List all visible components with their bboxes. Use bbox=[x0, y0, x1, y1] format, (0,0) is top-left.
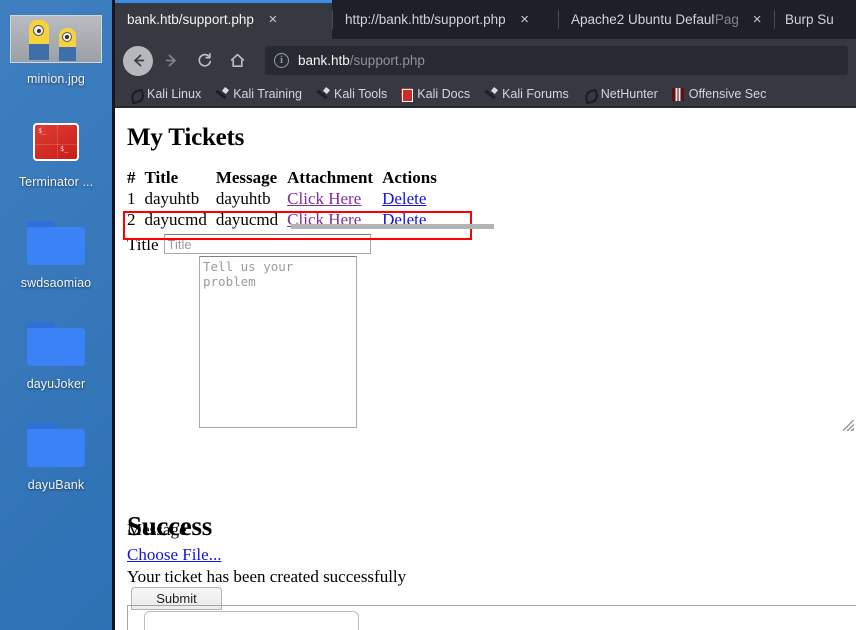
dialog-divider-top bbox=[127, 605, 856, 606]
bookmark-kali-forums[interactable]: Kali Forums bbox=[484, 87, 569, 101]
cell-title: dayuhtb bbox=[144, 189, 200, 208]
bookmark-kali-docs[interactable]: Kali Docs bbox=[401, 87, 471, 102]
desktop-icon-label: dayuBank bbox=[27, 478, 85, 492]
reload-button[interactable] bbox=[189, 46, 219, 76]
bookmark-label: Kali Linux bbox=[147, 87, 202, 101]
table-row: 1 dayuhtb dayuhtb Click Here Delete bbox=[127, 189, 446, 210]
bookmark-label: Kali Training bbox=[233, 87, 302, 101]
cell-message: dayuhtb bbox=[215, 189, 271, 208]
bookmark-label: NetHunter bbox=[600, 87, 658, 101]
tab-bank-support-full[interactable]: http://bank.htb/support.php × bbox=[333, 0, 558, 39]
tab-title: http://bank.htb/support.php bbox=[345, 12, 506, 27]
dialog-heading: Success bbox=[127, 511, 212, 541]
column-header-actions: Actions bbox=[382, 168, 437, 187]
message-textarea[interactable] bbox=[199, 256, 357, 428]
bookmark-label: Kali Forums bbox=[502, 87, 569, 101]
tab-title-faded: Pag bbox=[714, 12, 739, 27]
bookmark-kali-training[interactable]: Kali Training bbox=[215, 87, 302, 101]
tab-title: Apache2 Ubuntu Default bbox=[571, 12, 715, 27]
dialog-left-edge bbox=[127, 605, 128, 630]
resize-grip-icon[interactable] bbox=[843, 420, 854, 431]
wrench-icon bbox=[215, 88, 228, 101]
dialog-body-text: Your ticket has been created successfull… bbox=[127, 567, 407, 586]
tab-strip: bank.htb/support.php × http://bank.htb/s… bbox=[115, 0, 856, 39]
dialog-input[interactable] bbox=[144, 611, 359, 630]
delete-link[interactable]: Delete bbox=[382, 189, 426, 208]
page-viewport: My Tickets # Title Message Attachment Ac… bbox=[115, 108, 856, 630]
cell-title: dayucmd bbox=[144, 210, 207, 229]
bookmark-label: Kali Tools bbox=[334, 87, 388, 101]
bookmark-offensive-security[interactable]: Offensive Sec bbox=[671, 87, 767, 101]
close-icon[interactable]: × bbox=[750, 12, 764, 27]
folder-icon bbox=[0, 210, 112, 276]
desktop-icon-minion[interactable]: minion.jpg bbox=[0, 6, 112, 87]
desktop-icon-terminator[interactable]: $_ $_ Terminator ... bbox=[0, 109, 112, 190]
bookmarks-bar: Kali Linux Kali Training Kali Tools Kali… bbox=[115, 82, 856, 107]
attachment-link[interactable]: Click Here bbox=[287, 189, 361, 208]
url-host: bank.htb bbox=[298, 53, 350, 68]
close-icon[interactable]: × bbox=[266, 12, 280, 27]
tickets-table: # Title Message Attachment Actions 1 day… bbox=[127, 168, 446, 231]
desktop-icon-label: Terminator ... bbox=[18, 175, 94, 189]
cell-num: 1 bbox=[127, 189, 136, 208]
address-bar[interactable]: i bank.htb/support.php bbox=[265, 46, 848, 75]
dragon-icon bbox=[129, 88, 142, 101]
bookmark-kali-tools[interactable]: Kali Tools bbox=[316, 87, 387, 101]
desktop-icon-dayujoker[interactable]: dayuJoker bbox=[0, 311, 112, 392]
tab-burp-suite[interactable]: Burp Su bbox=[775, 0, 845, 39]
desktop-icon-swdsaomiao[interactable]: swdsaomiao bbox=[0, 210, 112, 291]
bookmark-nethunter[interactable]: NetHunter bbox=[583, 87, 658, 101]
page-title: My Tickets bbox=[127, 124, 245, 151]
bookmark-label: Kali Docs bbox=[417, 87, 471, 101]
bookmark-label: Offensive Sec bbox=[688, 87, 767, 101]
book-icon bbox=[401, 87, 414, 102]
submit-button[interactable]: Submit bbox=[131, 587, 222, 610]
desktop-icon-label: swdsaomiao bbox=[20, 276, 92, 290]
forward-button[interactable] bbox=[156, 46, 186, 76]
back-button[interactable] bbox=[123, 45, 153, 76]
url-path: /support.php bbox=[349, 53, 425, 68]
column-header-num: # bbox=[127, 168, 136, 187]
home-button[interactable] bbox=[222, 46, 252, 76]
desktop-icon-column: minion.jpg $_ $_ Terminator ... swdsaomi… bbox=[0, 0, 112, 630]
desktop-icon-dayubank[interactable]: dayuBank bbox=[0, 412, 112, 493]
tab-title: bank.htb/support.php bbox=[127, 12, 254, 27]
bookmark-kali-linux[interactable]: Kali Linux bbox=[129, 87, 201, 101]
choose-file-link[interactable]: Choose File... bbox=[127, 545, 221, 565]
tab-title: Burp Su bbox=[785, 12, 834, 27]
offsec-icon bbox=[671, 87, 684, 101]
title-field-row: Title bbox=[127, 234, 856, 256]
tab-apache2-default[interactable]: Apache2 Ubuntu Default Pag × bbox=[559, 0, 774, 39]
table-header-row: # Title Message Attachment Actions bbox=[127, 168, 446, 189]
desktop-icon-label: minion.jpg bbox=[27, 72, 85, 86]
column-header-title: Title bbox=[144, 168, 179, 187]
title-input[interactable] bbox=[163, 234, 371, 254]
wrench-icon bbox=[484, 88, 497, 101]
cell-message: dayucmd bbox=[215, 210, 279, 229]
dragon-icon bbox=[583, 88, 596, 101]
site-info-icon[interactable]: i bbox=[274, 53, 289, 68]
tab-bank-support[interactable]: bank.htb/support.php × bbox=[115, 0, 332, 39]
column-header-attachment: Attachment bbox=[287, 168, 374, 187]
close-icon[interactable]: × bbox=[518, 12, 532, 27]
navigation-toolbar: i bank.htb/support.php bbox=[115, 39, 856, 82]
browser-window: bank.htb/support.php × http://bank.htb/s… bbox=[112, 0, 856, 630]
desktop-icon-label: dayuJoker bbox=[26, 377, 86, 391]
terminal-icon: $_ $_ bbox=[0, 109, 112, 175]
cell-num: 2 bbox=[127, 210, 136, 229]
title-label: Title bbox=[127, 235, 159, 254]
wrench-icon bbox=[316, 88, 329, 101]
image-thumbnail-icon bbox=[0, 6, 112, 72]
column-header-message: Message bbox=[215, 168, 278, 187]
folder-icon bbox=[0, 311, 112, 377]
scrollbar-track[interactable] bbox=[291, 224, 494, 229]
folder-icon bbox=[0, 412, 112, 478]
message-field-wrap bbox=[199, 256, 856, 433]
